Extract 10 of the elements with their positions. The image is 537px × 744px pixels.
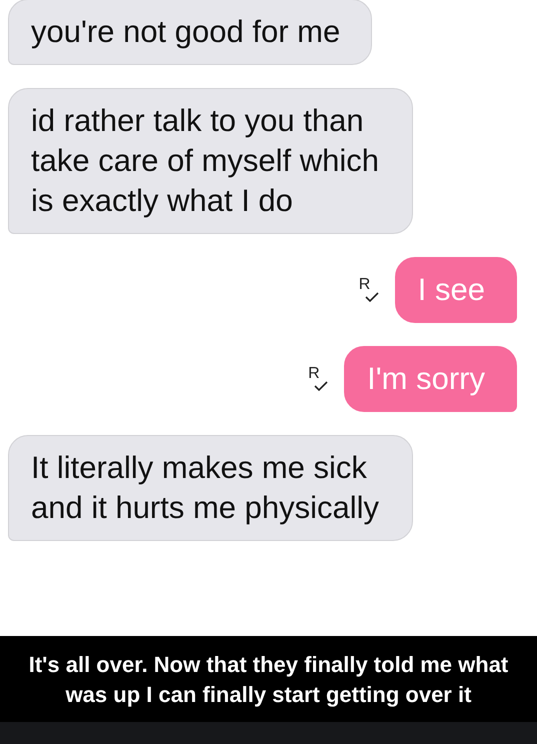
caption: It's all over. Now that they finally told me what was up I can finally start getting over it <box>0 636 537 722</box>
read-receipt-letter: R <box>358 278 370 292</box>
message-bubble: you're not good for me <box>8 0 372 65</box>
read-receipt-letter: R <box>308 367 320 381</box>
message-bubble: It literally makes me sick and it hurts me physically <box>8 435 413 541</box>
message-bubble: id rather talk to you than take care of myself which is exactly what I do <box>8 88 413 234</box>
checkmark-icon <box>364 292 379 302</box>
message-bubble: I see <box>394 257 517 323</box>
checkmark-icon <box>314 381 328 391</box>
message-bubble: I'm sorry <box>344 346 517 412</box>
